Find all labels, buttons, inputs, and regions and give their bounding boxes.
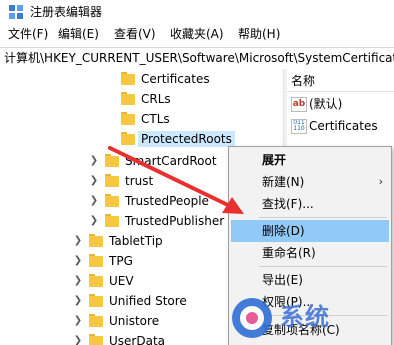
chevron-right-icon[interactable]: ❯ xyxy=(73,295,83,307)
tree-item-label: ProtectedRoots xyxy=(138,131,235,147)
menu-view[interactable]: 查看(V) xyxy=(114,26,156,42)
folder-icon xyxy=(89,294,103,308)
tree-item[interactable]: CTLs xyxy=(0,109,283,129)
menu-item-label: 导出(E) xyxy=(262,273,303,287)
menu-item-new[interactable]: 新建(N) › xyxy=(231,171,389,193)
tree-item-label: SmartCardRoot xyxy=(125,154,217,168)
address-bar[interactable]: 计算机\HKEY_CURRENT_USER\Software\Microsoft… xyxy=(0,47,394,70)
folder-icon xyxy=(105,154,119,168)
menu-item-export[interactable]: 导出(E) xyxy=(231,269,389,291)
value-name: (默认) xyxy=(309,97,343,111)
value-row[interactable]: 011 110 Certificates xyxy=(287,116,394,136)
string-value-icon: ab xyxy=(291,97,307,112)
menu-item-label: 展开 xyxy=(262,153,287,167)
menu-item-label: 查找(F)... xyxy=(262,197,314,211)
menu-item-label: 重命名(R) xyxy=(262,246,316,260)
tree-item-label: CRLs xyxy=(141,92,171,106)
menu-item-rename[interactable]: 重命名(R) xyxy=(231,242,389,264)
title-bar: 注册表编辑器 xyxy=(0,0,394,24)
chevron-right-icon[interactable]: ❯ xyxy=(89,195,99,207)
chevron-right-icon[interactable]: ❯ xyxy=(73,255,83,267)
menu-item-label: 新建(N) xyxy=(262,175,305,189)
chevron-right-icon[interactable]: ❯ xyxy=(73,335,83,345)
column-header-label: 名称 xyxy=(291,74,316,88)
menu-item-expand[interactable]: 展开 xyxy=(231,149,389,171)
menu-file[interactable]: 文件(F) xyxy=(8,26,48,42)
tree-item-label: TrustedPeople xyxy=(125,194,209,208)
chevron-right-icon[interactable]: ❯ xyxy=(89,215,99,227)
folder-icon xyxy=(89,274,103,288)
chevron-right-icon[interactable]: ❯ xyxy=(89,155,99,167)
menu-separator xyxy=(259,266,387,267)
folder-icon xyxy=(105,214,119,228)
folder-icon xyxy=(89,254,103,268)
menu-item-delete[interactable]: 删除(D) xyxy=(231,220,389,242)
address-path[interactable]: 计算机\HKEY_CURRENT_USER\Software\Microsoft… xyxy=(4,50,394,66)
column-header-name[interactable]: 名称 xyxy=(287,69,394,92)
menu-favorites[interactable]: 收藏夹(A) xyxy=(170,26,224,42)
chevron-right-icon: › xyxy=(378,175,383,188)
chevron-right-icon[interactable]: ❯ xyxy=(89,175,99,187)
registry-editor-window: 注册表编辑器 文件(F) 编辑(E) 查看(V) 收藏夹(A) 帮助(H) 计算… xyxy=(0,0,394,345)
tree-item-label: Unified Store xyxy=(109,294,187,308)
folder-icon xyxy=(89,314,103,328)
tree-item[interactable]: CRLs xyxy=(0,89,283,109)
folder-icon xyxy=(105,174,119,188)
chevron-right-icon[interactable]: ❯ xyxy=(73,315,83,327)
chevron-right-icon[interactable]: ❯ xyxy=(73,275,83,287)
tree-item-label: UEV xyxy=(109,274,134,288)
menu-help[interactable]: 帮助(H) xyxy=(238,26,280,42)
window-title: 注册表编辑器 xyxy=(30,5,103,19)
folder-icon xyxy=(121,112,135,126)
tree-item-label: UserData xyxy=(109,334,166,345)
tree-item-label: TPG xyxy=(109,254,133,268)
tree-item-label: trust xyxy=(125,174,154,188)
menu-item-find[interactable]: 查找(F)... xyxy=(231,193,389,215)
menu-edit[interactable]: 编辑(E) xyxy=(58,26,99,42)
watermark-icon xyxy=(232,298,272,338)
tree-item[interactable]: Certificates xyxy=(0,69,283,89)
folder-icon xyxy=(121,72,135,86)
tree-item-label: Certificates xyxy=(141,72,210,86)
menu-bar: 文件(F) 编辑(E) 查看(V) 收藏夹(A) 帮助(H) xyxy=(0,24,394,44)
folder-icon xyxy=(121,92,135,106)
watermark-text: 系统 xyxy=(280,303,330,331)
chevron-right-icon[interactable]: ❯ xyxy=(73,235,83,247)
menu-item-label: 删除(D) xyxy=(262,224,305,238)
registry-editor-icon xyxy=(9,5,23,19)
tree-item-label: Unistore xyxy=(109,314,160,328)
value-row[interactable]: ab (默认) xyxy=(287,94,394,114)
value-name: Certificates xyxy=(309,119,378,133)
watermark-logo: 系统 xyxy=(232,296,390,342)
tree-item-label: TabletTip xyxy=(109,234,163,248)
folder-icon xyxy=(89,334,103,345)
tree-item-label: TrustedPublisher xyxy=(125,214,225,228)
folder-icon xyxy=(105,194,119,208)
folder-icon xyxy=(89,234,103,248)
folder-icon xyxy=(121,132,135,146)
tree-item-label: CTLs xyxy=(141,112,170,126)
menu-separator xyxy=(259,217,387,218)
binary-value-icon: 011 110 xyxy=(291,119,307,134)
